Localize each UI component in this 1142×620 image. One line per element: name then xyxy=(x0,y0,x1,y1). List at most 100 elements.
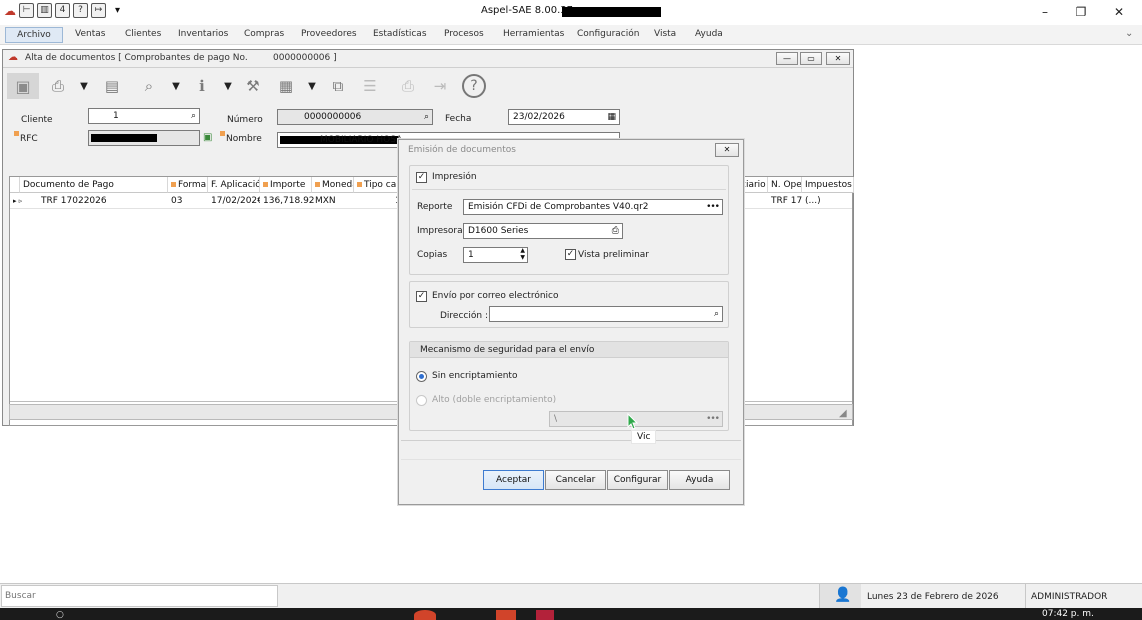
menu-configuracion[interactable]: Configuración xyxy=(577,29,639,39)
vista-preliminar-label: Vista preliminar xyxy=(578,250,649,260)
dropdown-arrow-icon[interactable]: ▼ xyxy=(305,73,319,99)
menu-archivo[interactable]: Archivo xyxy=(5,27,63,43)
grid-header[interactable]: Moneda xyxy=(312,177,354,193)
list-icon[interactable]: ☰ xyxy=(359,73,381,99)
help-icon[interactable]: ? xyxy=(462,74,486,98)
calendar-icon[interactable]: ▦ xyxy=(607,110,616,124)
stamp-icon[interactable]: ⚒ xyxy=(242,73,264,99)
exit-icon[interactable]: ↦ xyxy=(91,3,106,18)
grid-header[interactable]: F. Aplicació xyxy=(208,177,260,193)
menu-ayuda[interactable]: Ayuda xyxy=(695,29,723,39)
customize-arrow-icon[interactable]: ▾ xyxy=(115,5,120,16)
exit-icon[interactable]: ⇥ xyxy=(429,73,451,99)
rfc-field[interactable] xyxy=(88,130,200,146)
search-icon[interactable]: ⌕ xyxy=(714,307,719,321)
search-doc-icon[interactable]: ⌕ xyxy=(138,73,160,99)
chevron-down-icon[interactable]: ⌄ xyxy=(1125,28,1133,39)
tree-icon[interactable]: ⊢ xyxy=(19,3,34,18)
cell-impuestos[interactable]: (...) xyxy=(802,194,821,209)
taskbar-app-icon[interactable] xyxy=(414,610,436,620)
print-icon[interactable]: ⎙ xyxy=(397,73,419,99)
dialog-divider xyxy=(401,440,741,441)
search-icon[interactable]: ⌕ xyxy=(191,109,196,123)
radio-dot xyxy=(419,374,424,379)
menu-inventarios[interactable]: Inventarios xyxy=(178,29,228,39)
cell-fecha-aplicacion[interactable]: 17/02/202€ xyxy=(208,194,260,209)
aceptar-button[interactable]: Aceptar xyxy=(483,470,544,490)
restore-button[interactable]: ❐ xyxy=(1066,4,1096,20)
help-icon[interactable]: ? xyxy=(73,3,88,18)
search-icon[interactable]: ○ xyxy=(56,610,64,620)
grid-header[interactable]: N. Oper xyxy=(768,177,802,193)
grid-header[interactable]: Tipo cam xyxy=(354,177,402,193)
dialog-close-button[interactable]: ✕ xyxy=(715,143,739,157)
menu-clientes[interactable]: Clientes xyxy=(125,29,161,39)
taskbar-app-icon[interactable] xyxy=(536,610,554,620)
tooltip: Vic xyxy=(631,430,657,444)
cell-moneda[interactable]: MXN xyxy=(312,194,336,209)
menu-estadisticas[interactable]: Estadísticas xyxy=(373,29,427,39)
cell-n-oper[interactable]: TRF 17 xyxy=(768,194,802,209)
copias-stepper[interactable]: 1 ▲ ▼ xyxy=(463,247,528,263)
child-close-button[interactable]: ✕ xyxy=(826,52,850,65)
sin-encriptamiento-radio[interactable] xyxy=(416,371,427,382)
child-maximize-button[interactable]: ▭ xyxy=(800,52,822,65)
taskbar-app-icon[interactable] xyxy=(496,610,516,620)
mouse-cursor-icon xyxy=(627,413,639,430)
fecha-field[interactable]: 23/02/2026 ▦ xyxy=(508,109,620,125)
envio-checkbox[interactable]: ✓ xyxy=(416,291,427,302)
dropdown-arrow-icon[interactable]: ▼ xyxy=(221,73,235,99)
save-icon[interactable]: ▣ xyxy=(7,73,39,99)
menu-proveedores[interactable]: Proveedores xyxy=(301,29,357,39)
fecha-value: 23/02/2026 xyxy=(513,112,565,122)
menu-procesos[interactable]: Procesos xyxy=(444,29,484,39)
grid-header[interactable]: Forma d xyxy=(168,177,208,193)
reporte-field[interactable]: Emisión CFDi de Comprobantes V40.qr2 ••• xyxy=(463,199,723,215)
chart-icon[interactable]: ▥ xyxy=(37,3,52,18)
configurar-button[interactable]: Configurar xyxy=(607,470,668,490)
minimize-button[interactable]: – xyxy=(1030,4,1060,20)
direccion-label: Dirección : xyxy=(440,311,488,321)
copy-icon[interactable]: ⧉ xyxy=(327,73,349,99)
cliente-field[interactable]: 1 ⌕ xyxy=(88,108,200,124)
barcode-icon[interactable]: ▤ xyxy=(101,73,123,99)
info-icon[interactable]: ℹ xyxy=(191,73,213,99)
alto-encriptamiento-radio[interactable] xyxy=(416,395,427,406)
menu-ventas[interactable]: Ventas xyxy=(75,29,105,39)
printer-icon[interactable]: ⎙ xyxy=(612,224,619,238)
numero-field[interactable]: 0000000006 ⌕ xyxy=(277,109,433,125)
direccion-field[interactable]: ⌕ xyxy=(489,306,723,322)
calendar-icon[interactable]: 4 xyxy=(55,3,70,18)
menu-compras[interactable]: Compras xyxy=(244,29,284,39)
more-options-icon[interactable]: ••• xyxy=(706,200,720,214)
card-icon[interactable]: ▣ xyxy=(203,132,212,143)
cell-importe[interactable]: 136,718.92 xyxy=(260,194,315,209)
menu-vista[interactable]: Vista xyxy=(654,29,676,39)
fecha-label: Fecha xyxy=(445,114,472,124)
cell-documento[interactable]: TRF 17022026 xyxy=(38,194,107,209)
vista-preliminar-checkbox[interactable]: ✓ xyxy=(565,249,576,260)
taskbar-clock[interactable]: 07:42 p. m. xyxy=(1042,609,1094,619)
child-minimize-button[interactable]: — xyxy=(776,52,798,65)
stepper-arrows-icon[interactable]: ▲ ▼ xyxy=(520,248,525,261)
impresion-checkbox[interactable]: ✓ xyxy=(416,172,427,183)
dropdown-arrow-icon[interactable]: ▼ xyxy=(77,73,91,99)
resize-grip-icon[interactable]: ◢ xyxy=(839,408,847,419)
close-button[interactable]: ✕ xyxy=(1104,4,1134,20)
search-input[interactable] xyxy=(1,585,278,607)
more-options-icon[interactable]: ••• xyxy=(706,412,720,426)
search-icon[interactable]: ⌕ xyxy=(424,110,429,124)
grid-header[interactable]: Importe xyxy=(260,177,312,193)
preview-icon[interactable]: ⎙ xyxy=(47,73,69,99)
cell-forma[interactable]: 03 xyxy=(168,194,182,209)
dropdown-arrow-icon[interactable]: ▼ xyxy=(169,73,183,99)
menu-herramientas[interactable]: Herramientas xyxy=(503,29,564,39)
grid-header[interactable]: Impuestos xyxy=(802,177,854,193)
cancelar-button[interactable]: Cancelar xyxy=(545,470,606,490)
ayuda-button[interactable]: Ayuda xyxy=(669,470,730,490)
qr-icon[interactable]: ▦ xyxy=(275,73,297,99)
app-logo-icon[interactable]: ☁ xyxy=(4,4,16,18)
grid-header[interactable]: Documento de Pago xyxy=(20,177,168,193)
user-icon[interactable]: 👤 xyxy=(834,587,851,603)
impresora-field[interactable]: D1600 Series ⎙ xyxy=(463,223,623,239)
